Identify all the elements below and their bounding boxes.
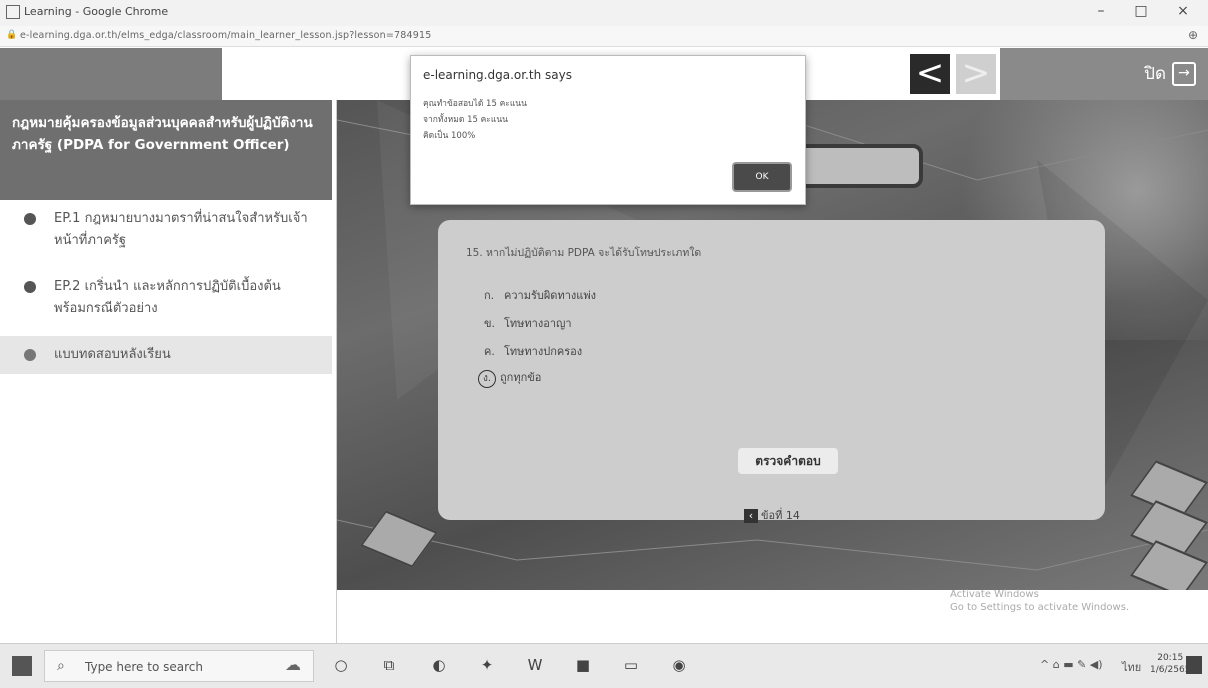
lesson-sidebar: กฎหมายคุ้มครองข้อมูลส่วนบุคคลสำหรับผู้ปฏ…: [0, 100, 337, 643]
dialog-total-line: จากทั้งหมด 15 คะแนน: [423, 115, 508, 125]
choice-option[interactable]: ข. โทษทางอาญา: [484, 314, 572, 332]
notification-icon[interactable]: [1186, 656, 1202, 674]
system-clock[interactable]: 20:15 1/6/2565: [1150, 652, 1190, 676]
choice-option[interactable]: ก. ความรับผิดทางแพ่ง: [484, 286, 596, 304]
edge-icon[interactable]: ◐: [428, 654, 450, 676]
alert-dialog: e-learning.dga.or.th says คุณทำข้อสอบได้…: [410, 55, 806, 205]
close-lesson-button[interactable]: ปิด →: [1144, 60, 1196, 87]
taskbar-search-input[interactable]: ⌕ Type here to search ☁: [44, 650, 314, 682]
tray-icons[interactable]: ^ ⌂ ▬ ✎ ◀): [1040, 658, 1103, 671]
dialog-ok-button[interactable]: OK: [732, 162, 792, 192]
sidebar-item-label: แบบทดสอบหลังเรียน: [54, 347, 171, 362]
browser-title-bar: Learning - Google Chrome – □ ×: [0, 0, 1208, 26]
windows-start-icon[interactable]: [12, 656, 32, 676]
activate-windows-watermark: Activate Windows Go to Settings to activ…: [950, 589, 1130, 613]
check-answer-button[interactable]: ตรวจคำตอบ: [738, 448, 838, 474]
bullet-icon: [24, 213, 36, 225]
url-text[interactable]: e-learning.dga.or.th/elms_edga/classroom…: [20, 30, 431, 41]
window-title: Learning - Google Chrome: [24, 5, 169, 18]
address-bar[interactable]: 🔒 e-learning.dga.or.th/elms_edga/classro…: [0, 26, 1208, 47]
choice-option[interactable]: ค. โทษทางปกครอง: [484, 342, 582, 360]
dialog-percent-line: คิดเป็น 100%: [423, 131, 476, 141]
course-title: กฎหมายคุ้มครองข้อมูลส่วนบุคคลสำหรับผู้ปฏ…: [0, 100, 332, 200]
bullet-icon: [24, 281, 36, 293]
close-label: ปิด: [1144, 64, 1166, 84]
choice-option-selected[interactable]: ง. ถูกทุกข้อ: [478, 368, 541, 388]
app-icon[interactable]: ✦: [476, 654, 498, 676]
store-icon[interactable]: ■: [572, 654, 594, 676]
chrome-window-icon: [6, 5, 20, 19]
bullet-icon: [24, 349, 36, 361]
windows-taskbar: ⌕ Type here to search ☁ ○ ⧉ ◐ ✦ W ■ ▭ ◉ …: [0, 643, 1208, 688]
header-logo-area: [0, 48, 222, 100]
question-text: 15. หากไม่ปฏิบัติตาม PDPA จะได้รับโทษประ…: [466, 247, 702, 259]
folder-icon[interactable]: ▭: [620, 654, 642, 676]
chevron-left-icon: ‹: [744, 509, 758, 523]
chrome-icon[interactable]: ◉: [668, 654, 690, 676]
sidebar-item-ep1[interactable]: EP.1 กฎหมายบางมาตราที่น่าสนใจสำหรับเจ้าห…: [0, 208, 332, 252]
previous-question-link[interactable]: ‹ ข้อที่ 14: [744, 506, 800, 524]
dialog-title: e-learning.dga.or.th says: [423, 68, 572, 82]
weather-icon[interactable]: ☁: [285, 655, 301, 674]
task-view-icon[interactable]: ⧉: [378, 654, 400, 676]
search-icon: ⌕: [57, 658, 65, 674]
minimize-button[interactable]: –: [1086, 3, 1116, 19]
sidebar-item-posttest[interactable]: แบบทดสอบหลังเรียน: [0, 336, 332, 374]
quiz-card: 15. หากไม่ปฏิบัติตาม PDPA จะได้รับโทษประ…: [438, 220, 1105, 523]
zoom-icon[interactable]: ⊕: [1188, 28, 1198, 42]
lock-icon: 🔒: [6, 30, 18, 40]
sidebar-item-label: EP.1 กฎหมายบางมาตราที่น่าสนใจสำหรับเจ้าห…: [54, 211, 308, 248]
header-right-panel: ปิด →: [1000, 48, 1208, 100]
sidebar-item-ep2[interactable]: EP.2 เกริ่นนำ และหลักการปฏิบัติเบื้องต้น…: [0, 276, 332, 320]
sidebar-item-label: EP.2 เกริ่นนำ และหลักการปฏิบัติเบื้องต้น…: [54, 279, 281, 316]
exit-icon: →: [1172, 61, 1196, 86]
word-icon[interactable]: W: [524, 654, 546, 676]
next-lesson-button[interactable]: >: [956, 54, 996, 94]
previous-lesson-button[interactable]: <: [910, 54, 950, 94]
input-language[interactable]: ไทย: [1122, 658, 1141, 676]
cortana-icon[interactable]: ○: [330, 654, 352, 676]
close-window-button[interactable]: ×: [1168, 3, 1198, 19]
dialog-score-line: คุณทำข้อสอบได้ 15 คะแนน: [423, 99, 527, 109]
maximize-button[interactable]: □: [1126, 3, 1156, 19]
